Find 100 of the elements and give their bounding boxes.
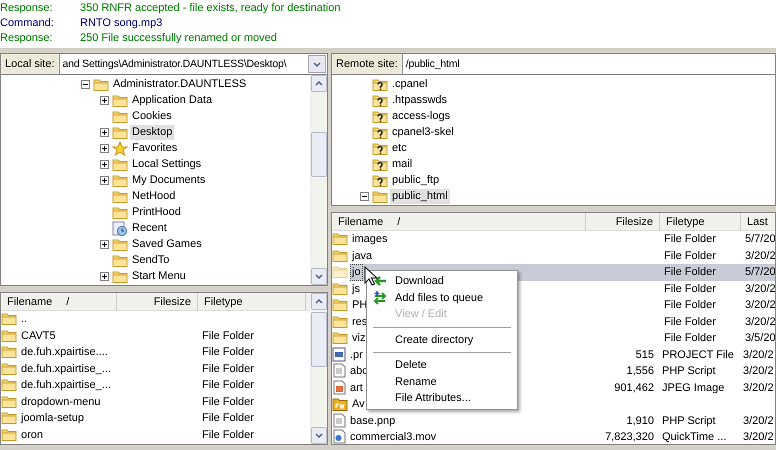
file-name[interactable]: .. [19, 311, 30, 328]
column-header[interactable]: Filesize [154, 293, 191, 310]
tree-item[interactable]: public_ftp [390, 172, 442, 188]
folder-icon [112, 237, 128, 251]
file-type: File Folder [664, 250, 716, 262]
file-name[interactable]: base.pnp [348, 412, 398, 429]
folder-icon [112, 157, 128, 171]
tree-item[interactable]: Cookies [130, 108, 174, 124]
menu-item[interactable]: Rename [369, 374, 515, 390]
scroll-thumb[interactable] [311, 312, 327, 367]
menu-item[interactable]: Delete [369, 357, 515, 374]
folder-icon [112, 253, 128, 267]
modified-date: 3/20/2 [745, 316, 775, 328]
file-name[interactable]: Av [350, 396, 367, 412]
folder-question-icon [372, 157, 388, 171]
file-type: JPEG Image [662, 382, 724, 394]
file-name[interactable]: de.fuh.xpairtise.... [19, 344, 110, 360]
tree-item[interactable]: Desktop [130, 124, 174, 140]
scroll-thumb[interactable] [311, 132, 327, 177]
modified-date: 3/20/2 [743, 348, 774, 360]
folder-icon [112, 189, 128, 203]
folder-icon [332, 330, 348, 344]
scrollbar[interactable] [310, 75, 327, 285]
scroll-up-button[interactable] [311, 293, 327, 310]
expand-toggle[interactable] [100, 160, 109, 168]
chevron-down-icon [315, 274, 323, 279]
scrollbar[interactable] [310, 293, 327, 444]
column-header[interactable]: Filetype [204, 293, 243, 310]
file-name[interactable]: commercial3.mov [348, 429, 438, 444]
expand-toggle[interactable] [100, 240, 109, 248]
file-name[interactable]: js [350, 280, 362, 297]
menu-item: View / Edit [394, 307, 448, 322]
file-type: File Folder [202, 379, 254, 391]
expand-toggle[interactable] [100, 128, 109, 136]
file-size: 1,910 [626, 414, 654, 426]
menu-item[interactable]: Create directory [369, 332, 515, 348]
file-name[interactable]: viz [350, 330, 368, 346]
plus-icon [101, 96, 108, 104]
tree-item[interactable]: Local Settings [130, 156, 204, 172]
tree-item[interactable]: NetHood [130, 188, 178, 204]
tree-item[interactable]: access-logs [390, 108, 452, 124]
sort-indicator: / [66, 295, 70, 310]
tree-item[interactable]: Start Menu [130, 268, 188, 284]
folder-icon [372, 189, 388, 203]
scroll-up-button[interactable] [311, 75, 327, 92]
file-name[interactable]: jo [350, 264, 363, 280]
tree-item[interactable]: Favorites [130, 140, 180, 156]
column-header[interactable]: Filetype [666, 213, 705, 230]
tree-item[interactable]: etc [390, 140, 409, 156]
file-type: PHP Script [662, 365, 716, 377]
plus-icon [101, 144, 108, 152]
expand-toggle[interactable] [100, 96, 109, 104]
menu-item[interactable]: File Attributes... [369, 390, 515, 406]
tree-item[interactable]: Application Data [130, 92, 214, 108]
expand-toggle[interactable] [100, 176, 109, 184]
folder-icon [1, 328, 17, 342]
file-name[interactable]: java [350, 248, 374, 264]
file-name[interactable]: art [348, 380, 365, 396]
tree-item[interactable]: mail [390, 156, 414, 172]
file-name[interactable]: .pr [348, 346, 365, 363]
file-name[interactable]: images [350, 231, 390, 248]
file-name[interactable]: de.fuh.xpairtise_... [19, 377, 113, 394]
file-name[interactable]: joomla-setup [19, 410, 86, 426]
collapse-toggle[interactable] [360, 192, 369, 200]
file-type: PHP Script [662, 414, 716, 426]
column-header[interactable]: Last [747, 213, 768, 230]
clock-document-icon [112, 220, 128, 236]
collapse-toggle[interactable] [81, 80, 90, 88]
column-header[interactable]: Filename [7, 293, 52, 310]
tree-item[interactable]: PrintHood [130, 204, 183, 220]
chevron-down-icon [315, 433, 323, 438]
folder-question-icon [372, 109, 388, 123]
file-type: File Folder [664, 332, 716, 344]
expand-toggle[interactable] [100, 272, 109, 280]
file-type: File Folder [202, 346, 254, 358]
chevron-up-icon [315, 81, 323, 86]
tree-item[interactable]: Saved Games [130, 236, 204, 252]
tree-item[interactable]: public_html [390, 188, 450, 204]
expand-toggle[interactable] [100, 144, 109, 152]
file-type: QuickTime ... [662, 431, 726, 443]
tree-item[interactable]: Administrator.DAUNTLESS [111, 76, 248, 92]
file-name[interactable]: de.fuh.xpairtise_... [19, 360, 113, 377]
file-type: File Folder [664, 316, 716, 328]
tree-item[interactable]: cpanel3-skel [390, 124, 456, 140]
folder-icon [332, 280, 348, 294]
folder-icon [112, 125, 128, 139]
file-name[interactable]: CAVT5 [19, 328, 58, 344]
file-name[interactable]: dropdown-menu [19, 394, 102, 410]
tree-item[interactable]: My Documents [130, 172, 208, 188]
scroll-down-button[interactable] [311, 268, 327, 285]
tree-item[interactable]: .htpasswds [390, 92, 450, 108]
menu-item[interactable]: Add files to queue [369, 290, 515, 306]
tree-item[interactable]: .cpanel [390, 76, 430, 92]
tree-item[interactable]: Recent [130, 220, 169, 236]
column-header[interactable]: Filesize [616, 213, 653, 230]
scroll-down-button[interactable] [311, 427, 327, 444]
column-header[interactable]: Filename [338, 213, 384, 230]
tree-item[interactable]: SendTo [130, 252, 172, 268]
folder-icon [332, 264, 348, 278]
file-name[interactable]: oron [19, 426, 46, 443]
